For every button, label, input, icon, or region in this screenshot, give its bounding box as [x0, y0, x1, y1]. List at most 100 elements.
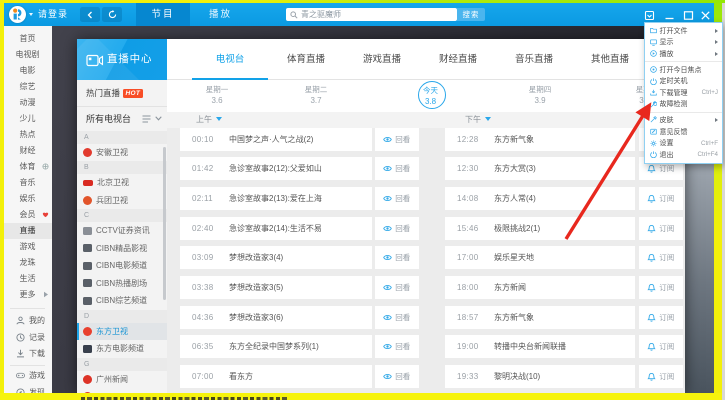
- date-cell[interactable]: 星期一 3.6: [187, 80, 247, 112]
- program-info[interactable]: 03:38 梦想改造家3(5): [180, 276, 372, 299]
- sidebar-item[interactable]: 直播: [3, 223, 52, 239]
- date-cell[interactable]: 星期四 3.9: [510, 80, 570, 112]
- sidebar-item[interactable]: 生活: [3, 271, 52, 287]
- replay-button[interactable]: 回看: [375, 335, 419, 358]
- channel-item[interactable]: 安徽卫视: [77, 144, 167, 162]
- channel-scrollbar[interactable]: [163, 147, 167, 300]
- replay-button[interactable]: 回看: [375, 217, 419, 240]
- program-info[interactable]: 15:46 极限挑战2(1): [445, 217, 635, 240]
- sidebar-item[interactable]: 会员: [3, 207, 52, 223]
- program-info[interactable]: 19:33 黎明决战(10): [445, 365, 635, 388]
- sidebar-app-item[interactable]: 发现: [3, 384, 52, 393]
- chevron-down-icon[interactable]: [155, 116, 162, 121]
- search-input[interactable]: [301, 8, 451, 22]
- menu-item[interactable]: 退出 Ctrl+F4: [645, 149, 722, 161]
- replay-button[interactable]: 回看: [375, 365, 419, 388]
- sidebar-app-item[interactable]: 游戏: [3, 368, 52, 385]
- program-info[interactable]: 18:57 东方新气象: [445, 306, 635, 329]
- search-box[interactable]: [286, 8, 457, 22]
- sidebar-item[interactable]: 综艺: [3, 79, 52, 95]
- program-info[interactable]: 18:00 东方新闻: [445, 276, 635, 299]
- refresh-button[interactable]: [102, 7, 122, 22]
- maximize-button[interactable]: [683, 10, 694, 21]
- sidebar-item[interactable]: 首页: [3, 31, 52, 47]
- all-channels-header[interactable]: 所有电视台: [77, 107, 167, 131]
- titlebar-tab[interactable]: 播放: [190, 3, 251, 26]
- sidebar-item[interactable]: 娱乐: [3, 191, 52, 207]
- menu-item[interactable]: 皮肤: [645, 114, 722, 126]
- program-info[interactable]: 17:00 娱乐星天地: [445, 246, 635, 269]
- channel-item[interactable]: 东方电影频道: [77, 340, 167, 358]
- close-button[interactable]: [700, 10, 711, 21]
- program-info[interactable]: 06:35 东方全纪录中国梦系列(1): [180, 335, 372, 358]
- main-menu-button[interactable]: [644, 10, 655, 21]
- program-info[interactable]: 02:40 急诊室故事2(14):生活不易: [180, 217, 372, 240]
- replay-button[interactable]: 回看: [375, 246, 419, 269]
- sidebar-tool-item[interactable]: 我的: [3, 313, 52, 330]
- sidebar-item[interactable]: 更多: [3, 287, 52, 303]
- subscribe-button[interactable]: 订阅: [639, 276, 684, 299]
- menu-item[interactable]: 显示: [645, 37, 722, 49]
- subscribe-button[interactable]: 订阅: [639, 306, 684, 329]
- menu-item[interactable]: 下载管理 Ctrl+J: [645, 87, 722, 99]
- program-info[interactable]: 12:30 东方大赏(3): [445, 157, 635, 180]
- channel-item[interactable]: CIBN电影频道: [77, 257, 167, 275]
- sidebar-item[interactable]: 体育: [3, 159, 52, 175]
- channel-item[interactable]: 广州新闻: [77, 371, 167, 389]
- replay-button[interactable]: 回看: [375, 128, 419, 151]
- menu-item[interactable]: 故障检测: [645, 99, 722, 111]
- replay-button[interactable]: 回看: [375, 157, 419, 180]
- sidebar-item[interactable]: 音乐: [3, 175, 52, 191]
- program-info[interactable]: 19:00 转播中央台新闻联播: [445, 335, 635, 358]
- menu-item[interactable]: 定时关机: [645, 75, 722, 87]
- menu-item[interactable]: 打开文件: [645, 25, 722, 37]
- hot-live-entry[interactable]: 热门直播HOT: [77, 80, 167, 107]
- channel-item[interactable]: CIBN精品影视: [77, 240, 167, 258]
- app-logo[interactable]: [9, 6, 26, 23]
- subscribe-button[interactable]: 订阅: [639, 187, 684, 210]
- menu-item[interactable]: 设置 Ctrl+F: [645, 137, 722, 149]
- sidebar-item[interactable]: 电视剧: [3, 47, 52, 63]
- category-tab[interactable]: 音乐直播: [496, 39, 572, 80]
- sidebar-item[interactable]: 热点: [3, 127, 52, 143]
- menu-item[interactable]: 意见反馈: [645, 126, 722, 138]
- category-tab[interactable]: 其他直播: [572, 39, 648, 80]
- channel-item[interactable]: 东方卫视: [77, 323, 167, 341]
- subscribe-button[interactable]: 订阅: [639, 217, 684, 240]
- subscribe-button[interactable]: 订阅: [639, 246, 684, 269]
- replay-button[interactable]: 回看: [375, 306, 419, 329]
- program-info[interactable]: 07:00 看东方: [180, 365, 372, 388]
- logo-dropdown-caret-icon[interactable]: [29, 13, 33, 16]
- program-info[interactable]: 12:28 东方新气象: [445, 128, 635, 151]
- sidebar-tool-item[interactable]: 记录: [3, 329, 52, 346]
- menu-item[interactable]: 播放: [645, 48, 722, 60]
- date-cell[interactable]: 今天 3.8: [401, 80, 461, 112]
- category-tab[interactable]: 游戏直播: [344, 39, 420, 80]
- sidebar-item[interactable]: 游戏: [3, 239, 52, 255]
- channel-item[interactable]: 北京卫视: [77, 174, 167, 192]
- sidebar-item[interactable]: 财经: [3, 143, 52, 159]
- menu-item[interactable]: 打开今日焦点: [645, 64, 722, 76]
- channel-item[interactable]: CIBN综艺频道: [77, 292, 167, 310]
- date-cell[interactable]: 星期二 3.7: [286, 80, 346, 112]
- category-tab[interactable]: 电视台: [192, 39, 268, 80]
- program-info[interactable]: 01:42 急诊室故事2(12):父爱如山: [180, 157, 372, 180]
- program-info[interactable]: 14:08 东方人常(4): [445, 187, 635, 210]
- program-info[interactable]: 02:11 急诊室故事2(13):爱在上海: [180, 187, 372, 210]
- program-info[interactable]: 04:36 梦想改造家3(6): [180, 306, 372, 329]
- sidebar-item[interactable]: 龙珠: [3, 255, 52, 271]
- sidebar-item[interactable]: 电影: [3, 63, 52, 79]
- list-view-icon[interactable]: [142, 115, 151, 123]
- search-button[interactable]: 搜索: [457, 8, 485, 22]
- sidebar-tool-item[interactable]: 下载: [3, 346, 52, 363]
- back-button[interactable]: [80, 7, 100, 22]
- subscribe-button[interactable]: 订阅: [639, 335, 684, 358]
- titlebar-tab[interactable]: 节目: [136, 3, 190, 26]
- replay-button[interactable]: 回看: [375, 187, 419, 210]
- category-tab[interactable]: 体育直播: [268, 39, 344, 80]
- subscribe-button[interactable]: 订阅: [639, 365, 684, 388]
- morning-header[interactable]: 上午: [196, 112, 222, 128]
- channel-item[interactable]: CCTV证券资讯: [77, 222, 167, 240]
- program-info[interactable]: 03:09 梦想改造家3(4): [180, 246, 372, 269]
- category-tab[interactable]: 财经直播: [420, 39, 496, 80]
